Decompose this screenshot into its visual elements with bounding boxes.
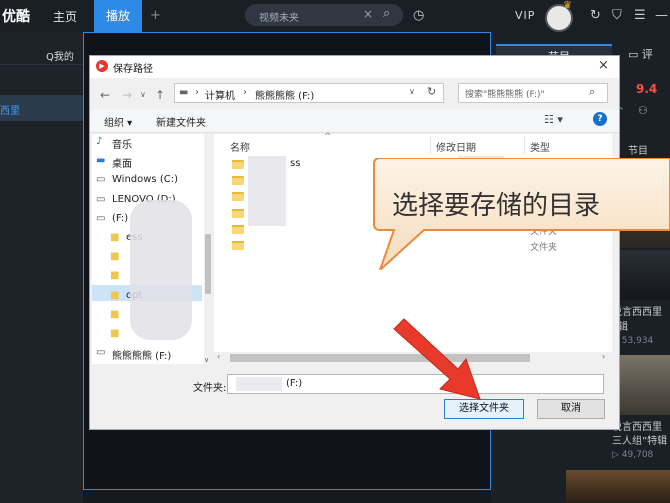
organize-button[interactable]: 组织 ▾ xyxy=(104,114,132,129)
search-icon[interactable]: ⌕ xyxy=(383,6,390,21)
nav-play[interactable]: 播放 xyxy=(94,0,143,32)
mine-tab[interactable]: Q我的 xyxy=(0,46,83,65)
dialog-titlebar: ▶ 保存路径 × xyxy=(90,56,619,78)
nav-item[interactable]: 音乐 xyxy=(112,136,132,151)
share-icon[interactable]: ⚇ xyxy=(638,104,648,117)
vip-link[interactable]: VIP xyxy=(515,9,535,22)
drive-icon: ▭ xyxy=(96,212,106,224)
folder-icon xyxy=(232,160,244,169)
red-arrow-icon xyxy=(393,318,481,400)
comment-icon: ▭ xyxy=(628,48,642,61)
nav-item[interactable]: (F:) xyxy=(112,213,128,224)
crown-icon: ♛ xyxy=(563,0,572,11)
address-field[interactable]: ▬ › 计算机 › 熊熊熊熊 (F:) ∨ ↻ xyxy=(174,83,444,103)
app-icon: ▶ xyxy=(96,60,108,72)
drive-icon: ▭ xyxy=(96,193,106,205)
chevron-right-icon: › xyxy=(195,87,199,98)
tab-comments-label: 评 xyxy=(641,48,653,61)
folder-input-value: (F:) xyxy=(286,378,303,389)
nav-home[interactable]: 主页 xyxy=(53,8,77,25)
play-count: ▷ 49,708 xyxy=(612,450,654,460)
blurred-region xyxy=(236,377,282,391)
scroll-down-icon[interactable]: ∨ xyxy=(204,356,209,364)
column-name[interactable]: 名称 xyxy=(230,139,250,154)
chevron-right-icon: › xyxy=(243,87,247,98)
up-icon[interactable]: ↑ xyxy=(155,88,165,102)
youku-logo[interactable]: 优酷 xyxy=(2,6,30,26)
skin-icon[interactable]: ⛉ xyxy=(612,8,622,23)
mine-tab-label: Q我的 xyxy=(46,52,74,63)
video-thumbnail[interactable] xyxy=(618,355,670,415)
view-options-icon[interactable]: ☷ ▾ xyxy=(544,113,563,126)
close-button[interactable]: × xyxy=(598,58,609,73)
folder-label: 文件夹: xyxy=(193,383,227,394)
search-input[interactable]: 视频未夹 xyxy=(259,9,299,24)
search-icon[interactable]: ⌕ xyxy=(589,85,595,99)
computer-icon: ▬ xyxy=(179,87,189,98)
scroll-right-icon[interactable]: › xyxy=(602,352,605,361)
folder-icon: ■ xyxy=(110,289,120,301)
left-selected-label: 西里 xyxy=(0,106,20,117)
add-tab-icon[interactable]: + xyxy=(150,8,161,23)
history-dropdown-icon[interactable]: ∨ xyxy=(140,90,146,99)
column-type[interactable]: 类型 xyxy=(530,139,550,154)
scroll-left-icon[interactable]: ‹ xyxy=(217,352,220,361)
video-thumbnail[interactable] xyxy=(566,470,670,503)
file-name[interactable]: ss xyxy=(290,158,300,169)
command-bar: 组织 ▾ 新建文件夹 ☷ ▾ ? xyxy=(90,110,619,133)
address-bar: ← → ∨ ↑ ▬ › 计算机 › 熊熊熊熊 (F:) ∨ ↻ 搜索"熊熊熊熊 … xyxy=(100,83,610,105)
column-divider[interactable] xyxy=(430,136,431,154)
folder-icon xyxy=(232,224,244,234)
nav-scrollbar[interactable] xyxy=(204,134,212,364)
video-subtitle: 三人组”特辑 xyxy=(612,436,668,447)
rating-score: 9.4 xyxy=(636,82,658,96)
clear-icon[interactable]: × xyxy=(363,7,373,21)
search-placeholder: 搜索"熊熊熊熊 (F:)" xyxy=(465,90,545,100)
folder-icon: ■ xyxy=(110,270,120,282)
callout-text: 选择要存储的目录 xyxy=(392,191,601,221)
left-selected-item[interactable]: 西里 xyxy=(0,95,83,121)
tab-comments[interactable]: ▭ 评 xyxy=(628,46,653,62)
new-folder-button[interactable]: 新建文件夹 xyxy=(156,114,206,129)
search-box[interactable]: 视频未夹 × ⌕ xyxy=(245,4,403,26)
dialog-title: 保存路径 xyxy=(113,64,153,75)
folder-icon xyxy=(232,192,244,202)
folder-icon: ■ xyxy=(110,251,120,263)
scrollbar-thumb[interactable] xyxy=(205,234,211,294)
folder-icon: ■ xyxy=(110,232,120,243)
refresh-icon[interactable]: ↻ xyxy=(427,85,436,98)
sort-ascending-icon: ^ xyxy=(324,132,332,142)
folder-icon xyxy=(232,176,244,186)
top-bar: 优酷 主页 播放 + 视频未夹 × ⌕ ◷ VIP ♛ ↻ ⛉ ☰ — xyxy=(0,0,670,32)
folder-icon xyxy=(232,208,244,218)
help-icon[interactable]: ? xyxy=(593,112,607,126)
drive-icon: ▭ xyxy=(96,174,106,186)
nav-item[interactable]: Windows (C:) xyxy=(112,174,178,185)
back-icon[interactable]: ← xyxy=(100,88,110,102)
breadcrumb-computer[interactable]: 计算机 xyxy=(205,87,235,102)
column-modified[interactable]: 修改日期 xyxy=(436,139,476,154)
cancel-button[interactable]: 取消 xyxy=(537,399,605,419)
music-icon: ♪ xyxy=(96,136,103,147)
blurred-region xyxy=(248,156,286,226)
desktop-icon: ▬ xyxy=(96,155,106,167)
folder-icon xyxy=(232,241,244,250)
blurred-region xyxy=(130,200,192,340)
folder-icon: ■ xyxy=(110,328,120,339)
chevron-down-icon[interactable]: ∨ xyxy=(409,87,415,96)
nav-item[interactable]: 桌面 xyxy=(112,155,132,170)
forward-icon[interactable]: → xyxy=(122,88,132,102)
programs-section-title: 节目 xyxy=(628,146,648,157)
folder-icon: ■ xyxy=(110,308,120,320)
refresh-icon[interactable]: ↻ xyxy=(590,8,601,23)
drive-icon: ▭ xyxy=(96,347,106,359)
history-icon[interactable]: ◷ xyxy=(413,8,424,23)
column-divider[interactable] xyxy=(524,136,525,154)
menu-icon[interactable]: ☰ xyxy=(634,8,646,23)
minimize-icon[interactable]: — xyxy=(655,8,668,23)
search-field[interactable]: 搜索"熊熊熊熊 (F:)" ⌕ xyxy=(458,83,608,103)
nav-item[interactable]: 熊熊熊熊 (F:) xyxy=(112,347,171,362)
breadcrumb-drive[interactable]: 熊熊熊熊 (F:) xyxy=(255,87,314,102)
